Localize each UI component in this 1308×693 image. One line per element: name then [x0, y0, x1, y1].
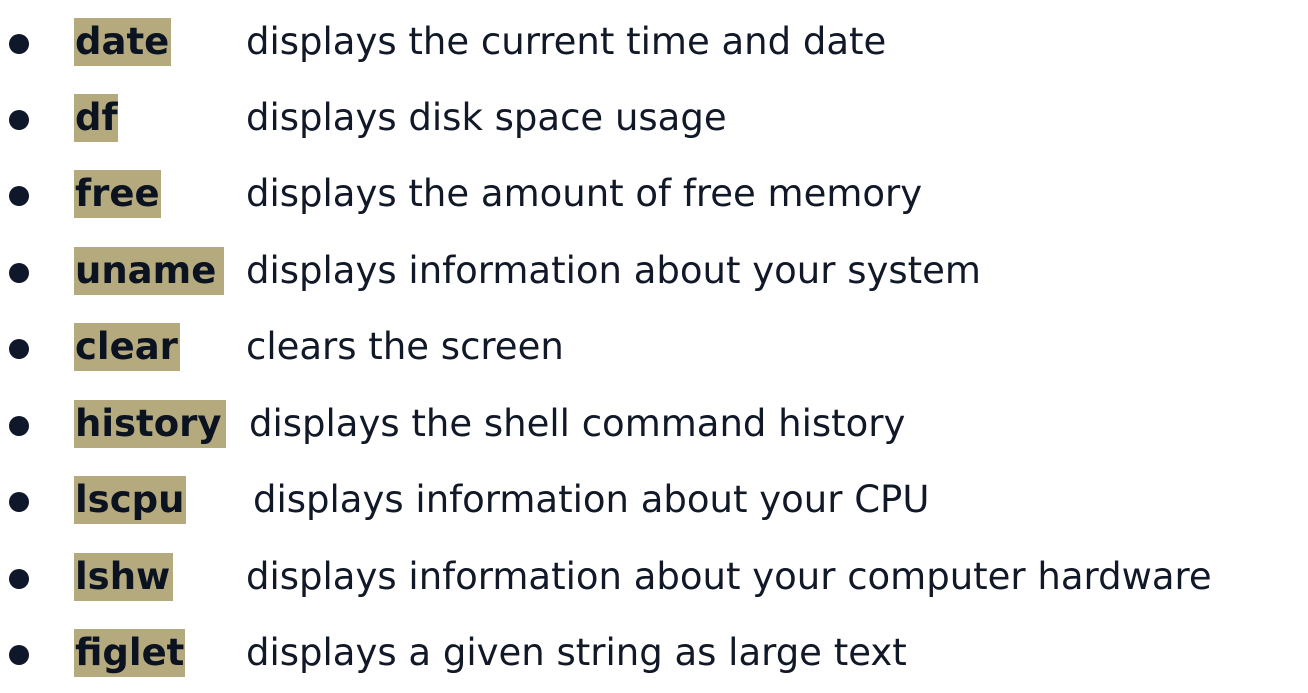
bullet-icon [9, 492, 29, 512]
command-highlight: free [74, 170, 161, 218]
bullet-icon [9, 34, 29, 54]
command-description: displays information about your CPU [253, 478, 930, 521]
bullet-icon [9, 110, 29, 130]
command-description: displays information about your system [246, 249, 981, 292]
command-list: date displays the current time and date … [0, 0, 1308, 693]
list-item: free displays the amount of free memory [0, 170, 1308, 224]
list-item: lshw displays information about your com… [0, 553, 1308, 607]
command-description: displays information about your computer… [246, 555, 1212, 598]
command-highlight: lscpu [74, 476, 186, 524]
bullet-icon [9, 263, 29, 283]
command-name: history [75, 402, 222, 445]
command-description: clears the screen [246, 325, 564, 368]
command-description: displays the shell command history [249, 402, 906, 445]
command-highlight: clear [74, 323, 180, 371]
command-highlight: date [74, 18, 171, 66]
bullet-icon [9, 569, 29, 589]
bullet-icon [9, 645, 29, 665]
command-highlight: uname [74, 247, 224, 295]
command-description: displays a given string as large text [246, 631, 907, 674]
list-item: history displays the shell command histo… [0, 400, 1308, 454]
command-name: date [75, 20, 170, 63]
command-highlight: lshw [74, 553, 173, 601]
list-item: uname displays information about your sy… [0, 247, 1308, 301]
command-highlight: df [74, 94, 118, 142]
bullet-icon [9, 339, 29, 359]
command-description: displays disk space usage [246, 96, 727, 139]
list-item: figlet displays a given string as large … [0, 629, 1308, 683]
list-item: df displays disk space usage [0, 94, 1308, 148]
command-highlight: history [74, 400, 226, 448]
list-item: lscpu displays information about your CP… [0, 476, 1308, 530]
command-name: lscpu [75, 478, 185, 521]
command-name: free [75, 172, 160, 215]
bullet-icon [9, 416, 29, 436]
list-item: date displays the current time and date [0, 18, 1308, 72]
command-name: uname [75, 249, 217, 292]
command-description: displays the amount of free memory [246, 172, 923, 215]
command-highlight: figlet [74, 629, 185, 677]
command-name: figlet [75, 631, 185, 674]
list-item: clear clears the screen [0, 323, 1308, 377]
command-name: df [75, 96, 118, 139]
command-description: displays the current time and date [246, 20, 887, 63]
command-name: clear [75, 325, 178, 368]
command-name: lshw [75, 555, 171, 598]
bullet-icon [9, 186, 29, 206]
